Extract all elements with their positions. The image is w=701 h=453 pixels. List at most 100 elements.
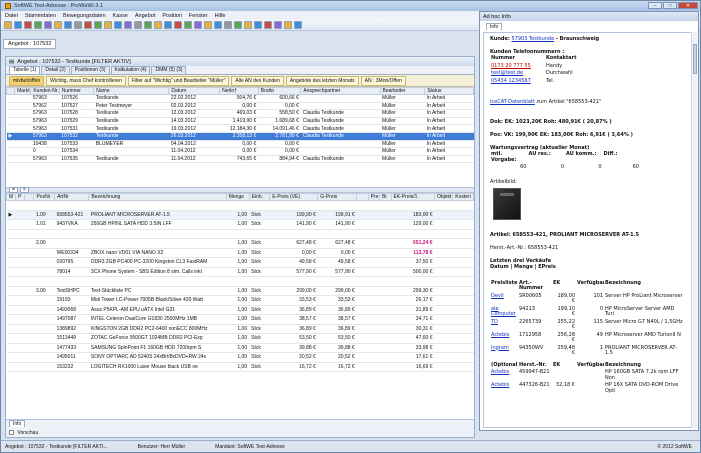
table-row[interactable]: 19193 Midi Tower LC-Power 7005B Black/Sil… [6, 295, 474, 306]
menu-bewegungsdaten[interactable]: Bewegungsdaten [63, 13, 106, 19]
menu-kasse[interactable]: Kasse [113, 13, 128, 19]
menu-angebot[interactable]: Angebot [135, 13, 156, 19]
table-row[interactable]: 1477433 SAMSUNG SpinPoint F1 160GB HDD 72… [6, 343, 474, 353]
kunde-link[interactable]: 57903 Testkunde [511, 36, 554, 42]
collapse-button[interactable]: = [9, 187, 18, 193]
toolbar-tool-icon[interactable] [194, 21, 202, 29]
toolbar-tool-icon[interactable] [4, 21, 12, 29]
filter-alle-kunden-button[interactable]: Alle AN des Kunden [231, 75, 284, 86]
toolbar-tool-icon[interactable] [74, 21, 82, 29]
column-header[interactable]: E-Preis (VE) [269, 193, 319, 201]
table-row[interactable]: 1513449 ZOTAC GeForce 9500GT 1024MB DDR2 … [6, 333, 474, 344]
table-row[interactable]: 57963 107531 Testkunde 19.03.2012 12.184,30 … [6, 124, 474, 133]
table-row[interactable] [6, 200, 474, 211]
table-row[interactable]: 78014 3CX Phone System - SBS Edition 8 si… [6, 267, 474, 277]
menu-datei[interactable]: Datei [5, 13, 18, 19]
supplier-link[interactable]: TD [490, 319, 518, 332]
supplier-link[interactable]: Actebis [490, 369, 518, 382]
toolbar-tool-icon[interactable] [274, 21, 282, 29]
table-row[interactable]: 57963 107535 Testkunde 11.04.2012 743,65 €88… [6, 155, 474, 164]
column-header[interactable]: Menge [225, 193, 250, 201]
toolbar-tool-icon[interactable] [44, 21, 52, 29]
tab-kalkulation[interactable]: Kalkulation (4) [110, 66, 151, 74]
adhoc-scrollbar[interactable] [691, 32, 697, 428]
toolbar-tool-icon[interactable] [94, 21, 102, 29]
table-row[interactable]: 57963 107529 Testkunde 14.03.2012 1.419,90 €… [6, 117, 474, 126]
column-header[interactable] [6, 87, 16, 95]
toolbar-tool-icon[interactable] [124, 21, 132, 29]
table-row[interactable]: 57963 107528 Testkunde 12.03.2012 469,03 €55… [6, 109, 474, 118]
column-header[interactable]: Pre [367, 193, 381, 201]
column-header[interactable]: Name [93, 87, 170, 95]
column-header[interactable]: Kunden-Nr. [30, 87, 60, 95]
table-row[interactable]: 1493068 Asus P5KPL-AM EPU uATX Intel G31 1… [6, 305, 474, 315]
column-header[interactable] [24, 193, 35, 201]
toolbar-tool-icon[interactable] [224, 21, 232, 29]
tel-number[interactable]: 05434 1234567 [490, 78, 545, 86]
column-header[interactable] [356, 193, 369, 201]
toolbar-tool-icon[interactable] [294, 21, 302, 29]
toolbar-tool-icon[interactable] [144, 21, 152, 29]
adhoc-tab-info[interactable]: Info [486, 23, 503, 30]
supplier-link[interactable]: ale Computer [490, 306, 518, 319]
toolbar-tool-icon[interactable] [54, 21, 62, 29]
menu-position[interactable]: Position [162, 13, 182, 19]
toolbar-tool-icon[interactable] [164, 21, 172, 29]
toolbar-tool-icon[interactable] [184, 21, 192, 29]
table-row[interactable]: ▶ 1.00 658553-421 PROLIANT MICROSERVER AT-1… [6, 210, 474, 220]
table-row[interactable]: 0 107534 11.04.2012 0,00 €0,00 € Müller In Ar… [6, 147, 474, 156]
column-header[interactable]: Ansprechpartner [300, 87, 381, 95]
table-row[interactable] [6, 276, 474, 287]
tab-positionen[interactable]: Positionen (3) [70, 66, 110, 74]
toolbar-tool-icon[interactable] [64, 21, 72, 29]
table-row[interactable]: 10438 107533 BLUMEYER 04.04.2012 0,00 €0,00 … [6, 140, 474, 149]
table-row[interactable]: 020795 DDR3 2GB PC400 PC-3200 Kingston CL… [6, 257, 474, 268]
filter-letzter-monat-button[interactable]: Angebote des letzten Monats [285, 75, 359, 86]
column-header[interactable]: G-Preis [317, 193, 358, 201]
document-tab[interactable]: Angebot : 107532 [3, 38, 57, 49]
menu-stammdaten[interactable]: Stammdaten [25, 13, 56, 19]
tel-number[interactable]: 0173 20 777 55 [490, 63, 545, 71]
toolbar-tool-icon[interactable] [234, 21, 242, 29]
filter-offen-button[interactable]: mlvbet/offen [9, 75, 45, 86]
toolbar-tool-icon[interactable] [284, 21, 292, 29]
toolbar-tool-icon[interactable] [244, 21, 252, 29]
tab-dmm[interactable]: DMM (5) (3) [151, 66, 187, 74]
maximize-icon[interactable]: □ [663, 2, 677, 9]
table-row[interactable]: 1.01 9437VKA 250GB HP/NL SATA HDD 3.5IN LF… [6, 219, 474, 230]
column-header[interactable]: ArtNr [54, 193, 90, 201]
table-row[interactable]: 1389892 KINGSTON 2GB DDR2 PC2-6400 nonECC… [6, 324, 474, 334]
column-header[interactable]: Kosten [452, 193, 474, 201]
tab-info[interactable]: Info [9, 420, 26, 427]
toolbar-tool-icon[interactable] [204, 21, 212, 29]
table-row[interactable]: 2.00 1,00 Stck 627,48 €627,48 €651,24 € [6, 238, 474, 249]
toolbar-tool-icon[interactable] [174, 21, 182, 29]
scrollbar-thumb[interactable] [693, 44, 697, 74]
vorschau-checkbox[interactable] [9, 430, 14, 436]
column-header[interactable]: M [6, 193, 17, 201]
supplier-link[interactable]: Ingram [490, 345, 518, 358]
column-header[interactable]: Brutto [257, 87, 302, 95]
column-header[interactable]: Datum [168, 87, 221, 95]
supplier-link[interactable]: Actebis [490, 382, 518, 395]
table-row[interactable]: 57962 107527 Peter Testmeyer 02.03.2012 0,00… [6, 102, 474, 111]
table-row[interactable]: 57963 107526 Testkunde 22.02.2012 504,76 €60… [6, 94, 474, 103]
expand-button[interactable]: × [19, 187, 29, 193]
table-row[interactable]: 1497087 INTEL Celeron DualCore G1830 2500… [6, 314, 474, 325]
table-row[interactable]: ▶ 57963 107532 Testkunde 26.03.2012 2.358,13 … [6, 132, 474, 141]
column-header[interactable]: Bearbeiter [379, 87, 426, 95]
toolbar-tool-icon[interactable] [254, 21, 262, 29]
column-header[interactable]: EK-Preis/1 [390, 193, 435, 201]
supplier-link[interactable]: Devil [490, 293, 518, 306]
filter-wichtig-bearbeiter-button[interactable]: Filter auf "Wichtig" und Bearbeiter "Mül… [127, 75, 230, 86]
toolbar-tool-icon[interactable] [104, 21, 112, 29]
table-row[interactable]: 3.00 TestSHPC Test-Stückliste PC 1,00 Stck 29… [6, 286, 474, 296]
column-header[interactable]: Einh. [248, 193, 271, 201]
table-row[interactable]: WE00334 ZBOX nano VD01 VIA NANO X2 1,00 Stc… [6, 248, 474, 258]
table-row[interactable]: 153232 LOGITECH RX1000 Laser Mouse black … [6, 362, 474, 372]
filter-wichtig-button[interactable]: Wichtig, muss Chef kontrollieren [46, 75, 126, 86]
toolbar-tool-icon[interactable] [34, 21, 42, 29]
datenblatt-link[interactable]: iceCAT-Datenblatt [490, 99, 535, 105]
toolbar-tool-icon[interactable] [154, 21, 162, 29]
column-header[interactable]: Nummer [58, 87, 95, 95]
